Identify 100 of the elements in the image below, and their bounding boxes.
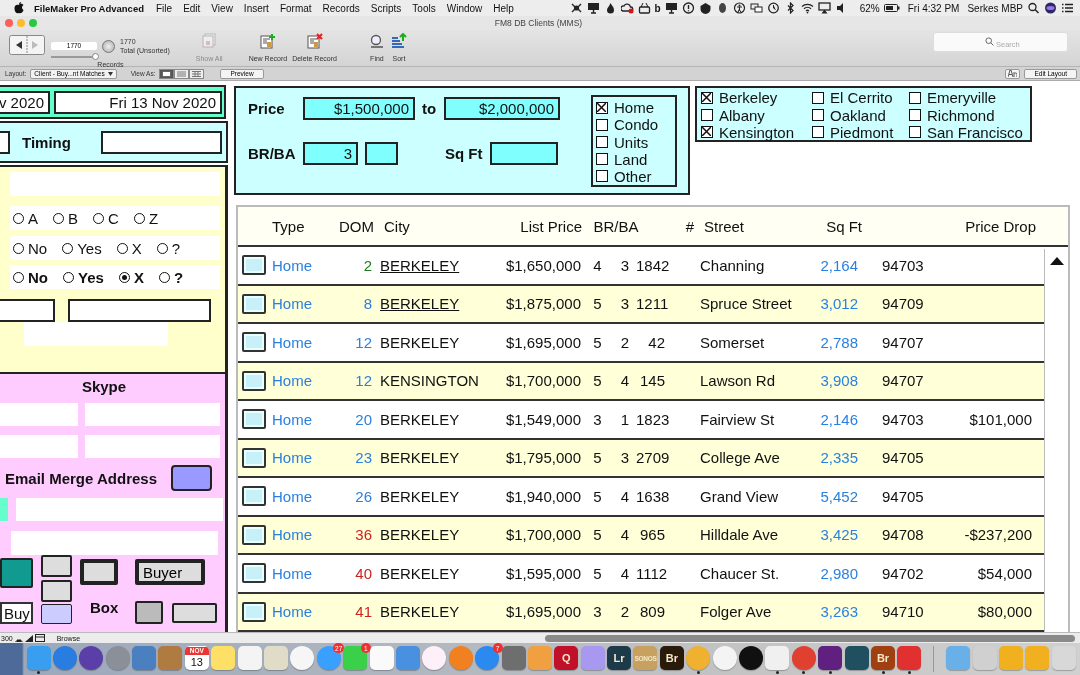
column-header[interactable]: # <box>650 217 694 235</box>
column-header[interactable]: Price Drop <box>940 217 1036 235</box>
bedrooms-field[interactable]: 3 <box>303 142 358 165</box>
cloud-icon[interactable] <box>620 2 634 14</box>
price-field[interactable]: $1,500,000 <box>303 97 415 120</box>
checkbox-option[interactable]: Piedmont <box>812 123 909 142</box>
dock-item[interactable] <box>818 646 843 670</box>
input-field[interactable]: Buy <box>0 602 33 624</box>
row-button[interactable] <box>242 524 266 545</box>
square-button[interactable] <box>135 601 163 624</box>
menu-item[interactable]: Tools <box>412 2 436 14</box>
alert-icon[interactable] <box>681 2 695 14</box>
apple-logo-icon[interactable] <box>14 2 24 14</box>
battery-icon[interactable] <box>883 3 900 13</box>
checkbox-option[interactable]: Kensington <box>701 123 812 142</box>
input-field[interactable] <box>68 299 211 322</box>
menu-item[interactable]: File <box>156 2 173 14</box>
column-header[interactable]: Type <box>272 217 330 235</box>
accessibility-icon[interactable] <box>732 2 746 14</box>
price-field[interactable]: $2,000,000 <box>444 97 560 120</box>
row-button[interactable] <box>242 332 266 353</box>
siri-icon[interactable] <box>1044 2 1057 14</box>
dock-item[interactable] <box>739 646 764 670</box>
input-field[interactable] <box>101 130 222 154</box>
row-button[interactable] <box>242 293 266 314</box>
city-link[interactable]: BERKELEY <box>372 256 490 274</box>
merge-button[interactable] <box>171 465 212 491</box>
row-button[interactable] <box>242 486 266 507</box>
menu-extra[interactable]: b <box>654 2 661 14</box>
wifi-icon[interactable] <box>800 2 814 14</box>
radio-option[interactable]: C <box>93 209 119 227</box>
form-view-button[interactable] <box>159 68 175 79</box>
checkbox-option[interactable]: Berkeley <box>701 89 812 107</box>
menu-item[interactable]: Help <box>493 2 514 14</box>
menu-item[interactable]: Window <box>446 2 483 14</box>
radio-option[interactable]: X <box>118 268 144 286</box>
input-field[interactable] <box>24 322 168 346</box>
checkbox-option[interactable]: Land <box>596 150 675 168</box>
checkbox-option[interactable]: Other <box>596 167 675 185</box>
text-format-button[interactable] <box>1005 68 1021 79</box>
dock-item[interactable]: Lr <box>607 646 632 670</box>
input-field[interactable] <box>0 403 78 426</box>
toggle-view-icon[interactable] <box>34 634 45 642</box>
dock-item[interactable]: Br <box>659 646 684 670</box>
search-icon[interactable] <box>1027 2 1040 14</box>
input-field[interactable] <box>11 531 218 555</box>
input-field[interactable] <box>10 172 220 196</box>
swatch-button[interactable] <box>41 604 72 624</box>
menu-clock[interactable]: Fri 4:32 PM <box>907 2 960 14</box>
checkbox-option[interactable]: Condo <box>596 116 675 134</box>
history-icon[interactable] <box>766 2 780 14</box>
radio-option[interactable]: ? <box>156 239 181 257</box>
input-field[interactable] <box>85 435 220 458</box>
input-field[interactable] <box>0 299 55 322</box>
radio-option[interactable]: Z <box>133 209 159 227</box>
column-header[interactable]: City <box>374 217 492 235</box>
radio-option[interactable]: Yes <box>63 268 104 286</box>
radio-option[interactable]: ? <box>158 268 184 286</box>
wide-button[interactable] <box>172 602 217 623</box>
airplay-icon[interactable] <box>817 2 831 14</box>
notification-list-icon[interactable] <box>1061 2 1074 14</box>
input-field[interactable] <box>16 498 223 521</box>
user-name[interactable]: Serkes MBP <box>967 2 1023 14</box>
slider-thumb[interactable] <box>91 53 99 60</box>
basket-icon[interactable] <box>637 2 651 14</box>
checkbox-option[interactable]: Home <box>596 99 675 117</box>
windows-icon[interactable] <box>749 2 763 14</box>
record-navigator-icon[interactable] <box>9 35 45 55</box>
checkbox-option[interactable]: San Francisco <box>909 123 1030 142</box>
shield-icon[interactable] <box>698 2 712 14</box>
column-header[interactable]: DOM <box>330 217 374 235</box>
scroll-up-icon[interactable] <box>1049 257 1064 265</box>
row-button[interactable] <box>242 447 266 468</box>
row-button[interactable] <box>242 409 266 430</box>
column-header[interactable]: List Price <box>492 217 582 235</box>
app-menu[interactable]: FileMaker Pro Advanced <box>34 2 144 14</box>
list-view-button[interactable] <box>174 68 190 79</box>
table-view-button[interactable] <box>189 68 205 79</box>
menu-item[interactable]: Edit <box>183 2 201 14</box>
input-field[interactable] <box>85 403 220 426</box>
bathrooms-field[interactable] <box>365 142 398 165</box>
checkbox-option[interactable]: Oakland <box>812 106 909 124</box>
city-link[interactable]: BERKELEY <box>372 295 490 313</box>
menu-item[interactable]: Scripts <box>370 2 402 14</box>
row-button[interactable] <box>242 255 266 276</box>
column-header[interactable]: Sq Ft <box>820 217 862 235</box>
menu-item[interactable]: Format <box>279 2 312 14</box>
dock-item[interactable] <box>844 646 869 670</box>
radio-option[interactable]: No <box>13 239 48 257</box>
sqft-field[interactable] <box>490 142 558 165</box>
input-field[interactable] <box>0 130 10 154</box>
date-field[interactable]: Fri 13 Nov 2020 <box>54 90 222 114</box>
radio-option[interactable]: A <box>13 209 38 227</box>
menu-item[interactable]: Records <box>322 2 360 14</box>
radio-option[interactable]: X <box>116 239 142 257</box>
checkbox-option[interactable]: Units <box>596 133 675 151</box>
monitor-icon[interactable] <box>586 2 600 14</box>
square-button[interactable] <box>41 580 72 602</box>
radio-option[interactable]: No <box>13 268 48 286</box>
checkbox-option[interactable]: Emeryville <box>909 89 1030 107</box>
